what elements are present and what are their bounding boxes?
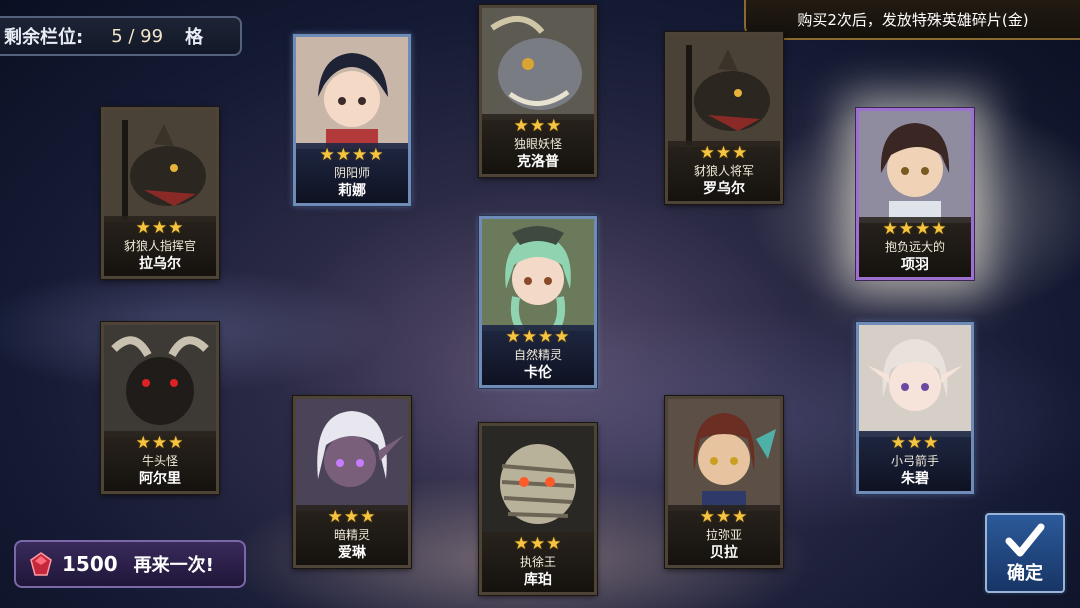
hero-portrait xyxy=(859,111,971,223)
hero-info-bar: ★★★★ 抱负远大的项羽 xyxy=(859,217,971,277)
hero-title: 小弓箭手 xyxy=(890,454,939,468)
hero-name: 爱琳 xyxy=(338,545,366,561)
rarity-stars-icon: ★★★★ xyxy=(505,327,571,347)
hero-card-xiangyu[interactable]: ★★★★ 抱负远大的项羽 xyxy=(856,108,974,280)
slot-counter-unit: 格 xyxy=(185,27,204,48)
hero-info-bar: ★★★ 豺狼人将军罗乌尔 xyxy=(668,141,780,201)
slot-counter-value: 5 / 99 xyxy=(111,25,164,47)
hero-title: 拉弥亚 xyxy=(705,528,742,542)
hero-title: 豺狼人将军 xyxy=(693,164,754,178)
hero-name: 克洛普 xyxy=(517,154,559,170)
hero-info-bar: ★★★ 暗精灵爱琳 xyxy=(296,505,408,565)
rarity-stars-icon: ★★★★ xyxy=(882,219,948,239)
hero-info-bar: ★★★ 独眼妖怪克洛普 xyxy=(482,114,594,174)
retry-cost: 1500 xyxy=(62,552,118,576)
hero-card-minotaur[interactable]: ★★★ 牛头怪阿尔里 xyxy=(101,322,219,494)
retry-button[interactable]: 1500 再来一次! xyxy=(14,540,246,588)
rarity-stars-icon: ★★★ xyxy=(513,534,563,554)
rarity-stars-icon: ★★★ xyxy=(327,507,377,527)
hero-name: 拉乌尔 xyxy=(139,256,181,272)
confirm-button[interactable]: 确定 xyxy=(985,513,1065,593)
hero-name: 贝拉 xyxy=(710,545,738,561)
bonus-banner-text: 购买2次后，发放特殊英雄碎片(金) xyxy=(797,10,1029,29)
hero-info-bar: ★★★ 牛头怪阿尔里 xyxy=(104,431,216,491)
hero-card-karen[interactable]: ★★★★ 自然精灵卡伦 xyxy=(479,216,597,388)
hero-info-bar: ★★★ 执徐王库珀 xyxy=(482,532,594,592)
hero-title: 阴阳师 xyxy=(333,166,370,180)
hero-portrait xyxy=(668,399,780,511)
hero-portrait xyxy=(104,110,216,222)
hero-card-gnoll-general[interactable]: ★★★ 豺狼人将军罗乌尔 xyxy=(665,32,783,204)
hero-name: 项羽 xyxy=(901,257,929,273)
hero-name: 罗乌尔 xyxy=(703,181,745,197)
rarity-stars-icon: ★★★ xyxy=(513,116,563,136)
confirm-label: 确定 xyxy=(1007,563,1043,584)
hero-name: 朱碧 xyxy=(901,471,929,487)
hero-portrait xyxy=(482,219,594,331)
slot-counter-label: 剩余栏位: xyxy=(4,27,84,48)
hero-card-cyclops[interactable]: ★★★ 独眼妖怪克洛普 xyxy=(479,5,597,177)
checkmark-icon xyxy=(1005,523,1045,557)
hero-name: 阿尔里 xyxy=(139,471,181,487)
rarity-stars-icon: ★★★ xyxy=(135,218,185,238)
hero-title: 牛头怪 xyxy=(141,454,178,468)
rarity-stars-icon: ★★★★ xyxy=(319,145,385,165)
hero-card-lina[interactable]: ★★★★ 阴阳师莉娜 xyxy=(293,34,411,206)
hero-portrait xyxy=(482,426,594,538)
rarity-stars-icon: ★★★ xyxy=(699,507,749,527)
hero-name: 卡伦 xyxy=(524,365,552,381)
hero-card-lamia[interactable]: ★★★ 拉弥亚贝拉 xyxy=(665,396,783,568)
hero-card-dark-elf[interactable]: ★★★ 暗精灵爱琳 xyxy=(293,396,411,568)
hero-portrait xyxy=(296,399,408,511)
hero-title: 独眼妖怪 xyxy=(513,137,562,151)
hero-title: 暗精灵 xyxy=(333,528,370,542)
hero-card-mummy-king[interactable]: ★★★ 执徐王库珀 xyxy=(479,423,597,595)
hero-name: 莉娜 xyxy=(338,183,366,199)
rarity-stars-icon: ★★★ xyxy=(135,433,185,453)
retry-label: 再来一次! xyxy=(133,555,214,576)
hero-card-gnoll-commander[interactable]: ★★★ 豺狼人指挥官 拉乌尔 xyxy=(101,107,219,279)
gem-icon xyxy=(30,552,52,576)
hero-portrait xyxy=(668,35,780,147)
bonus-banner: 购买2次后，发放特殊英雄碎片(金) xyxy=(744,0,1080,40)
hero-portrait xyxy=(859,325,971,437)
hero-portrait xyxy=(482,8,594,120)
slot-counter: 剩余栏位: 5 / 99 格 xyxy=(0,16,242,56)
hero-name: 库珀 xyxy=(524,572,552,588)
hero-title: 抱负远大的 xyxy=(884,240,945,254)
hero-info-bar: ★★★★ 阴阳师莉娜 xyxy=(296,143,408,203)
rarity-stars-icon: ★★★ xyxy=(890,433,940,453)
hero-portrait xyxy=(104,325,216,437)
hero-title: 执徐王 xyxy=(519,555,556,569)
hero-title: 自然精灵 xyxy=(513,348,562,362)
hero-title: 豺狼人指挥官 xyxy=(123,239,196,253)
hero-card-archer[interactable]: ★★★ 小弓箭手朱碧 xyxy=(856,322,974,494)
hero-info-bar: ★★★★ 自然精灵卡伦 xyxy=(482,325,594,385)
hero-info-bar: ★★★ 小弓箭手朱碧 xyxy=(859,431,971,491)
hero-portrait xyxy=(296,37,408,149)
rarity-stars-icon: ★★★ xyxy=(699,143,749,163)
hero-info-bar: ★★★ 豺狼人指挥官 拉乌尔 xyxy=(104,216,216,276)
hero-info-bar: ★★★ 拉弥亚贝拉 xyxy=(668,505,780,565)
